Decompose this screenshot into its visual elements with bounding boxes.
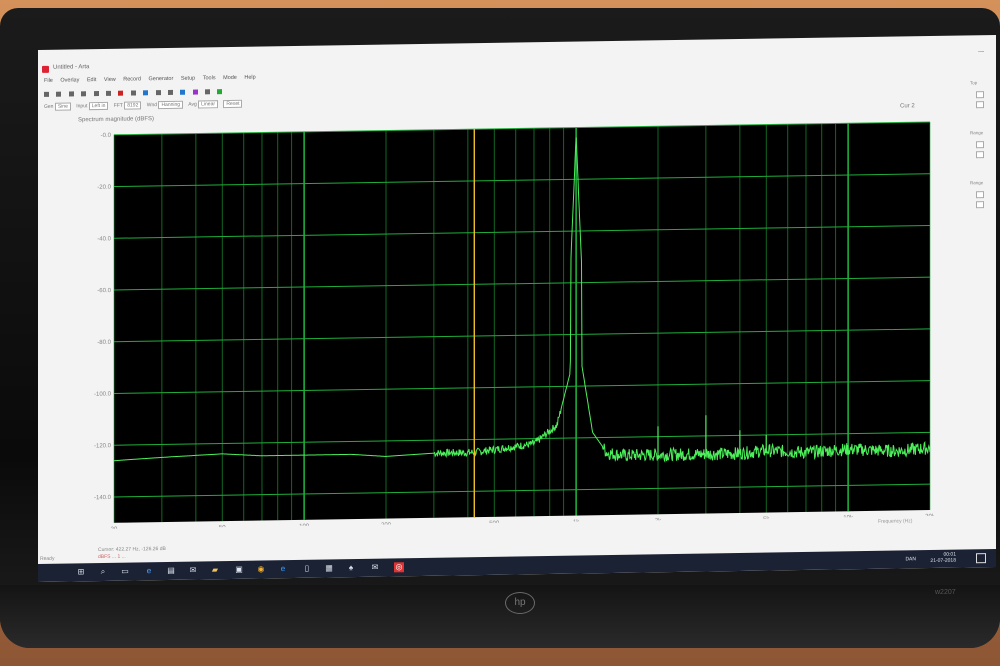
play-blue-icon[interactable] xyxy=(143,90,149,96)
rp-label-range: Range xyxy=(970,130,984,136)
language-indicator[interactable]: DAN xyxy=(905,556,916,562)
y-tick-label: -0.0 xyxy=(101,133,112,139)
avg-label: Avg xyxy=(188,101,197,108)
notepad-icon[interactable]: ▯ xyxy=(302,564,312,574)
y-tick-label: -60.0 xyxy=(97,288,111,294)
y-tick-label: -80.0 xyxy=(97,340,111,346)
filter-icon[interactable] xyxy=(81,91,87,97)
rp-range-up-button[interactable] xyxy=(976,141,984,149)
cursor-icon[interactable] xyxy=(56,91,62,97)
minimize-icon[interactable]: — xyxy=(978,49,984,55)
menu-overlay[interactable]: Overlay xyxy=(60,77,79,83)
x-tick-label: 20 xyxy=(111,527,118,530)
y-axis-ticks: -0.0 -20.0 -40.0 -60.0 -80.0 -100.0 -120.0 -140… xyxy=(94,133,112,501)
status-ready: Ready xyxy=(40,555,55,562)
graph-icon[interactable] xyxy=(205,89,211,95)
notification-icon[interactable] xyxy=(976,553,986,564)
scale-icon[interactable] xyxy=(167,89,173,95)
mail-icon[interactable]: ✉ xyxy=(188,565,198,575)
new-icon[interactable] xyxy=(44,91,49,97)
menu-setup[interactable]: Setup xyxy=(181,76,195,82)
app-icon xyxy=(42,65,49,73)
rp-down-button[interactable] xyxy=(976,101,984,109)
status-secondary: dBFS ... 1 ... xyxy=(98,553,126,561)
x-tick-label: 500 xyxy=(489,521,500,527)
search-icon[interactable]: ⌕ xyxy=(98,567,108,577)
play-red-icon[interactable] xyxy=(118,90,124,96)
rp-label-range-2: Range xyxy=(970,180,984,186)
x-tick-label: 200 xyxy=(381,522,392,528)
chrome-icon[interactable]: ◉ xyxy=(256,564,266,574)
folder-icon[interactable]: ▰ xyxy=(210,565,220,575)
fft-select[interactable]: 8192 xyxy=(124,101,142,110)
y-tick-label: -40.0 xyxy=(97,236,111,242)
stop-icon[interactable] xyxy=(130,90,136,96)
plot-corner-label: Cur 2 xyxy=(900,103,915,110)
rp-up-button[interactable] xyxy=(976,91,984,99)
menu-help[interactable]: Help xyxy=(244,75,255,81)
right-panel: Top Range Range xyxy=(968,75,996,535)
x-tick-label: 5k xyxy=(763,516,770,522)
overlay-icon[interactable] xyxy=(180,89,186,95)
ie-icon[interactable]: e xyxy=(278,564,288,574)
x-tick-label: 1k xyxy=(573,519,580,525)
zoom-icon[interactable] xyxy=(68,91,74,97)
rp-label-top: Top xyxy=(970,80,978,86)
arta-icon[interactable]: ◎ xyxy=(394,562,404,573)
edge-icon[interactable]: e xyxy=(144,566,154,576)
menu-file[interactable]: File xyxy=(44,78,53,84)
plot-title: Spectrum magnitude (dBFS) xyxy=(78,116,155,124)
menu-view[interactable]: View xyxy=(104,77,116,83)
store-icon[interactable]: ▣ xyxy=(234,565,244,575)
explorer-icon[interactable]: ▤ xyxy=(166,566,176,576)
x-tick-label: 100 xyxy=(299,524,310,530)
menu-mode[interactable]: Mode xyxy=(223,75,237,81)
spectrum-icon[interactable] xyxy=(192,89,198,95)
avg-select[interactable]: Linear xyxy=(198,100,219,109)
x-tick-label: 2k xyxy=(655,518,662,524)
sound-icon[interactable] xyxy=(217,89,223,95)
gen-label: Gen xyxy=(44,103,54,110)
monitor-chin xyxy=(0,585,1000,648)
rp-range2-up-button[interactable] xyxy=(976,191,984,199)
spectrum-plot[interactable]: -0.0 -20.0 -40.0 -60.0 -80.0 -100.0 -120.0 -140… xyxy=(74,116,934,530)
menu-edit[interactable]: Edit xyxy=(87,77,96,83)
taskview-icon[interactable]: ▭ xyxy=(120,567,130,577)
x-tick-label: 20k xyxy=(925,514,934,520)
calendar-icon[interactable]: ▦ xyxy=(324,563,334,573)
y-tick-label: -100.0 xyxy=(94,392,112,398)
windows-icon[interactable]: ⊞ xyxy=(76,567,86,577)
menu-tools[interactable]: Tools xyxy=(203,75,216,81)
rp-range-down-button[interactable] xyxy=(976,151,984,159)
x-tick-label: 10k xyxy=(843,515,854,521)
window-title: Untitled - Arta xyxy=(53,64,90,71)
window-select[interactable]: Hanning xyxy=(158,100,184,110)
screen: Untitled - Arta — File Overlay Edit View… xyxy=(38,34,996,582)
stop2-icon[interactable] xyxy=(155,90,161,96)
settings-icon[interactable] xyxy=(105,90,111,96)
rp-range2-down-button[interactable] xyxy=(976,201,984,209)
solitaire-icon[interactable]: ♠ xyxy=(346,563,356,573)
plot-background xyxy=(114,121,930,523)
fft-label: FFT xyxy=(113,102,123,109)
reset-button[interactable]: Reset xyxy=(223,99,243,109)
input-select[interactable]: Left in xyxy=(88,101,109,111)
clock[interactable]: 00:01 21-07-2018 xyxy=(930,552,956,564)
x-axis-label: Frequency (Hz) xyxy=(878,518,913,525)
fn-icon[interactable] xyxy=(93,91,99,97)
hp-logo: hp xyxy=(505,592,535,614)
y-tick-label: -140.0 xyxy=(94,495,112,501)
y-tick-label: -120.0 xyxy=(94,443,112,449)
clock-date: 21-07-2018 xyxy=(930,557,956,564)
menu-generator[interactable]: Generator xyxy=(149,76,174,82)
input-label: Input xyxy=(76,103,88,110)
y-tick-label: -20.0 xyxy=(97,185,111,191)
window-label: Wnd xyxy=(146,102,158,109)
x-tick-label: 50 xyxy=(219,525,226,529)
gen-select[interactable]: Sine xyxy=(54,102,71,111)
menu-record[interactable]: Record xyxy=(123,76,141,82)
cursor-readout: Cursor: 422.27 Hz, -126.26 dB xyxy=(98,545,166,554)
monitor-model: w2207 xyxy=(935,589,956,596)
mail2-icon[interactable]: ✉ xyxy=(370,563,380,573)
